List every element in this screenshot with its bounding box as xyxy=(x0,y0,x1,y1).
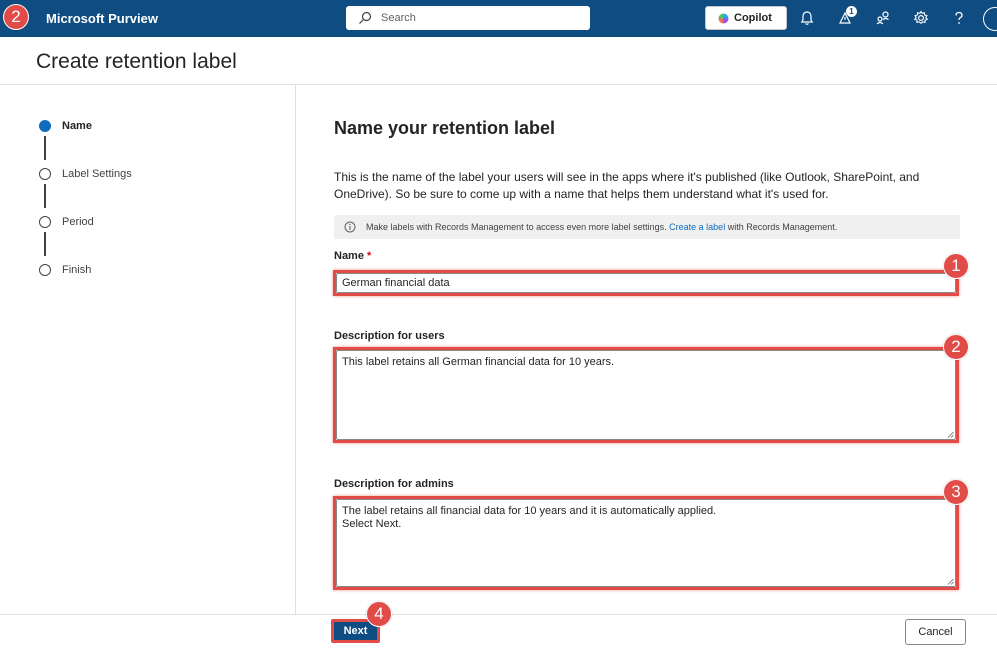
create-label-link[interactable]: Create a label xyxy=(669,222,725,232)
copilot-button[interactable]: Copilot xyxy=(705,6,787,30)
desc-users-value: This label retains all German financial … xyxy=(342,356,615,368)
required-marker: * xyxy=(367,250,372,262)
resize-handle-icon[interactable] xyxy=(947,578,954,585)
info-message: Make labels with Records Management to a… xyxy=(366,222,837,232)
step-label-label-settings[interactable]: Label Settings xyxy=(62,168,132,180)
info-text-after: with Records Management. xyxy=(725,222,838,232)
info-icon xyxy=(344,221,356,233)
annotation-badge-1: 1 xyxy=(943,253,969,279)
copilot-label: Copilot xyxy=(734,12,772,24)
step-indicator-period xyxy=(39,216,51,228)
step-indicator-label-settings xyxy=(39,168,51,180)
annotation-badge-2-top: 2 xyxy=(3,4,29,30)
info-text-before: Make labels with Records Management to a… xyxy=(366,222,670,232)
desc-admins-textarea[interactable]: The label retains all financial data for… xyxy=(336,499,956,587)
desc-users-label: Description for users xyxy=(334,330,445,342)
intro-text: This is the name of the label your users… xyxy=(334,170,920,201)
name-input[interactable]: German financial data xyxy=(336,273,956,293)
name-field-label: Name * xyxy=(334,250,371,262)
desc-admins-value: The label retains all financial data for… xyxy=(342,505,717,530)
top-bar: Microsoft Purview Search Copilot 1 xyxy=(0,0,997,37)
annotation-badge-2: 2 xyxy=(943,334,969,360)
step-label-name[interactable]: Name xyxy=(62,120,92,132)
step-label-period[interactable]: Period xyxy=(62,216,94,228)
step-connector xyxy=(44,232,46,256)
step-indicator-name xyxy=(39,120,51,132)
desc-admins-label: Description for admins xyxy=(334,478,454,490)
panel-divider xyxy=(295,85,296,614)
bell-icon[interactable] xyxy=(798,9,816,27)
copilot-icon xyxy=(718,13,729,24)
app-brand[interactable]: Microsoft Purview xyxy=(46,11,158,26)
search-icon xyxy=(359,11,372,24)
step-indicator-finish xyxy=(39,264,51,276)
name-label-text: Name xyxy=(334,250,364,262)
step-label-finish[interactable]: Finish xyxy=(62,264,91,276)
notification-badge: 1 xyxy=(846,6,857,17)
avatar[interactable] xyxy=(983,7,997,31)
annotation-badge-4: 4 xyxy=(366,601,392,627)
cancel-button[interactable]: Cancel xyxy=(905,619,966,645)
people-icon[interactable] xyxy=(874,9,892,27)
search-placeholder: Search xyxy=(381,12,416,24)
desc-users-textarea[interactable]: This label retains all German financial … xyxy=(336,350,956,440)
gear-icon[interactable] xyxy=(912,9,930,27)
header-divider xyxy=(0,84,997,85)
resize-handle-icon[interactable] xyxy=(947,431,954,438)
footer-divider xyxy=(0,614,997,615)
page-title: Create retention label xyxy=(36,50,237,73)
step-connector xyxy=(44,184,46,208)
name-input-value: German financial data xyxy=(342,277,450,289)
search-box[interactable]: Search xyxy=(346,6,590,30)
info-bar: Make labels with Records Management to a… xyxy=(334,215,960,239)
step-connector xyxy=(44,136,46,160)
section-heading: Name your retention label xyxy=(334,118,556,138)
annotation-badge-3: 3 xyxy=(943,479,969,505)
help-icon[interactable] xyxy=(950,9,968,27)
